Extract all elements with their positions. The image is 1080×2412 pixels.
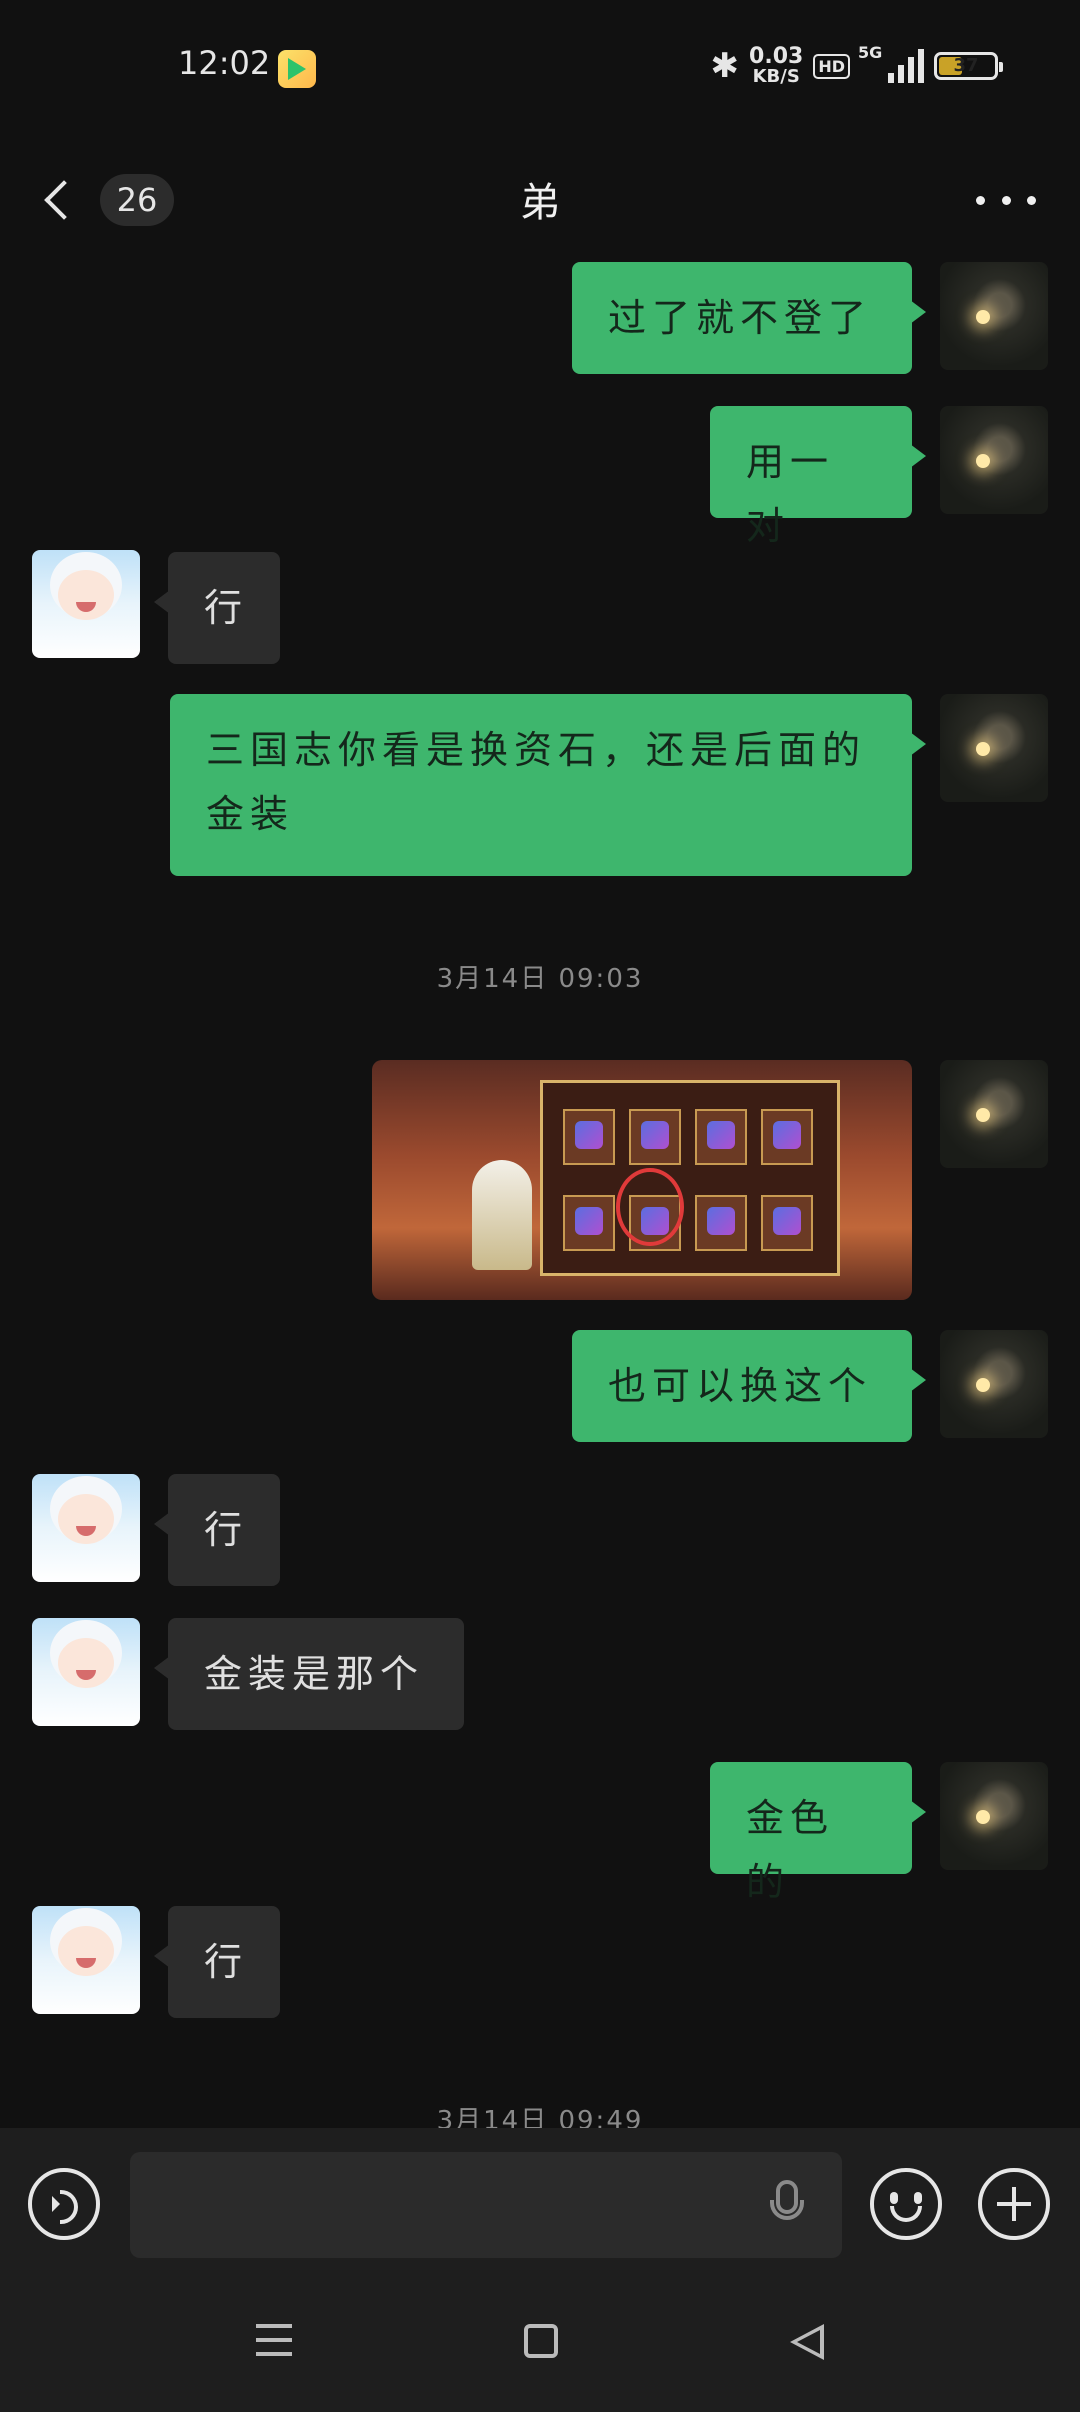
- self-avatar[interactable]: [940, 262, 1048, 370]
- nav-back-icon[interactable]: [790, 2324, 824, 2360]
- status-indicators: ✱ 0.03 KB/S HD 5G 37: [710, 43, 1003, 88]
- message-bubble[interactable]: 行: [154, 552, 280, 664]
- microphone-icon[interactable]: [770, 2180, 804, 2220]
- message-bubble[interactable]: 金装是那个: [154, 1618, 464, 1730]
- message-bubble[interactable]: 也可以换这个: [572, 1330, 926, 1442]
- network-speed: 0.03 KB/S: [749, 46, 803, 86]
- nav-menu-icon[interactable]: [256, 2324, 292, 2356]
- self-avatar[interactable]: [940, 1330, 1048, 1438]
- message-item: 过了就不登了: [0, 262, 1080, 374]
- message-item: 金装是那个: [0, 1618, 1080, 1730]
- message-item: 三国志你看是换资石，还是后面的金装: [0, 694, 1080, 876]
- message-bubble[interactable]: 金色的: [710, 1762, 926, 1904]
- network-speed-unit: KB/S: [752, 66, 800, 87]
- message-text: 行: [204, 1508, 249, 1552]
- status-time: 12:02: [178, 44, 271, 82]
- network-speed-value: 0.03: [749, 44, 804, 69]
- game-shop-panel: [540, 1080, 840, 1276]
- message-text: 也可以换这个: [608, 1364, 873, 1408]
- self-avatar[interactable]: [940, 1762, 1048, 1870]
- message-item: 也可以换这个: [0, 1330, 1080, 1442]
- game-character: [472, 1160, 532, 1270]
- message-item: 行: [0, 550, 1080, 664]
- add-button[interactable]: [978, 2168, 1050, 2240]
- message-bubble[interactable]: 行: [154, 1906, 280, 2018]
- contact-avatar[interactable]: [32, 550, 140, 658]
- message-bubble[interactable]: 行: [154, 1474, 280, 1586]
- message-input[interactable]: [130, 2152, 842, 2258]
- message-bubble[interactable]: 用一对: [710, 406, 926, 548]
- self-avatar[interactable]: [940, 1060, 1048, 1168]
- voice-button[interactable]: [28, 2168, 100, 2240]
- battery-icon: 37: [934, 52, 1003, 80]
- timestamp: 3月14日 09:03: [436, 964, 644, 994]
- message-item: 用一对: [0, 406, 1080, 548]
- chat-header: 26 弟: [0, 140, 1080, 260]
- self-avatar[interactable]: [940, 406, 1048, 514]
- system-nav-bar: [0, 2284, 1080, 2412]
- more-icon: [976, 195, 985, 205]
- message-item: 行: [0, 1474, 1080, 1586]
- video-app-icon: [278, 50, 316, 88]
- message-text: 过了就不登了: [608, 296, 873, 340]
- self-avatar[interactable]: [940, 694, 1048, 802]
- chat-title: 弟: [520, 180, 560, 226]
- message-text: 金色的: [746, 1796, 835, 1904]
- message-text: 用一对: [746, 440, 835, 548]
- battery-level: 37: [953, 55, 979, 76]
- nav-home-icon[interactable]: [524, 2324, 558, 2358]
- more-button[interactable]: [976, 180, 1036, 220]
- hd-badge: HD: [813, 53, 850, 79]
- message-item: 行: [0, 1906, 1080, 2018]
- emoji-button[interactable]: [870, 2168, 942, 2240]
- contact-avatar[interactable]: [32, 1474, 140, 1582]
- contact-avatar[interactable]: [32, 1618, 140, 1726]
- message-text: 金装是那个: [204, 1652, 425, 1696]
- network-type-label: 5G: [858, 43, 883, 62]
- contact-avatar[interactable]: [32, 1906, 140, 2014]
- message-text: 行: [204, 1940, 249, 1984]
- image-message[interactable]: [372, 1060, 912, 1300]
- message-text: 行: [204, 586, 249, 630]
- message-bubble[interactable]: 过了就不登了: [572, 262, 926, 374]
- input-bar: [0, 2128, 1080, 2284]
- status-bar: 12:02 ✱ 0.03 KB/S HD 5G 37: [0, 0, 1080, 140]
- message-text: 三国志你看是换资石，还是后面的金装: [206, 728, 867, 836]
- annotation-circle: [616, 1168, 684, 1246]
- message-item: 金色的: [0, 1762, 1080, 1904]
- bluetooth-icon: ✱: [710, 46, 740, 86]
- signal-icon: 5G: [858, 43, 924, 83]
- message-bubble[interactable]: 三国志你看是换资石，还是后面的金装: [170, 694, 926, 876]
